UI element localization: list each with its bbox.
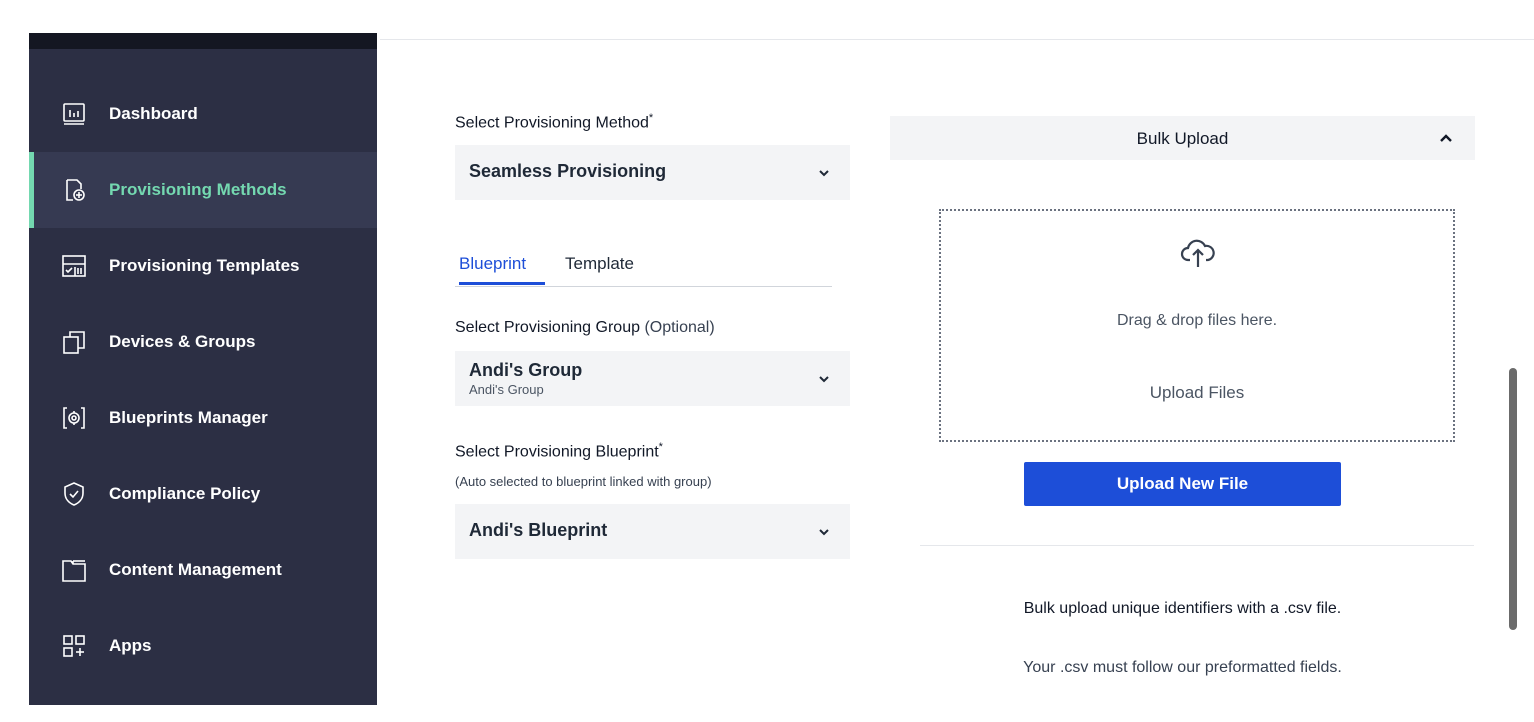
bulk-info-secondary: Your .csv must follow our preformatted f… [1023,659,1342,676]
section-divider [920,545,1474,546]
sidebar-item-label: Content Management [109,560,282,579]
blueprint-label: Select Provisioning Blueprint* [455,441,663,461]
sidebar-item-apps[interactable]: Apps [29,608,377,684]
sidebar-top-bar [29,33,377,49]
provisioning-method-select[interactable]: Seamless Provisioning [455,145,850,200]
sidebar-item-label: Compliance Policy [109,484,261,503]
templates-icon [62,255,86,277]
blueprints-icon [63,407,85,429]
folder-icon [62,560,86,582]
sidebar-item-provisioning-methods[interactable]: Provisioning Methods [29,152,377,228]
group-label: Select Provisioning Group (Optional) [455,319,715,336]
select-value: Andi's Blueprint [469,520,608,540]
bulk-upload-title: Bulk Upload [1136,129,1229,148]
header-divider [380,39,1534,40]
sidebar-item-content-management[interactable]: Content Management [29,532,377,608]
tab-bar: Blueprint Template [455,250,832,287]
sidebar-item-label: Provisioning Methods [109,180,287,199]
chevron-down-icon [819,169,829,176]
chevron-down-icon [819,528,829,535]
provisioning-group-select[interactable]: Andi's Group Andi's Group [455,351,850,406]
sidebar-item-label: Apps [109,636,152,655]
bulk-info-primary: Bulk upload unique identifiers with a .c… [1023,600,1342,617]
sidebar-item-label: Dashboard [109,104,198,123]
cloud-upload-icon [1180,239,1215,267]
sidebar-item-label: Devices & Groups [109,332,256,351]
method-label: Select Provisioning Method* [455,112,654,132]
sidebar-item-dashboard[interactable]: Dashboard [29,76,377,152]
sidebar: Dashboard Provisioning Methods Provision… [29,49,377,705]
sidebar-item-provisioning-templates[interactable]: Provisioning Templates [29,228,377,304]
dashboard-icon [63,103,85,125]
tab-template[interactable]: Template [565,254,634,274]
sidebar-item-compliance-policy[interactable]: Compliance Policy [29,456,377,532]
chevron-down-icon [819,375,829,382]
sidebar-item-label: Blueprints Manager [109,408,268,427]
select-subvalue: Andi's Group [469,382,544,397]
chevron-up-icon [1440,134,1452,142]
provisioning-blueprint-select[interactable]: Andi's Blueprint [455,504,850,559]
tab-active-underline [459,282,545,285]
tab-blueprint[interactable]: Blueprint [459,254,526,274]
dropzone-text: Drag & drop files here. [1116,312,1278,329]
active-indicator [29,152,34,228]
blueprint-hint: (Auto selected to blueprint linked with … [455,474,712,489]
upload-files-link[interactable]: Upload Files [941,383,1453,403]
bottom-strip [0,705,1534,722]
upload-new-file-button[interactable]: Upload New File [1024,462,1341,506]
provisioning-methods-icon [66,179,85,201]
bulk-upload-accordion-header[interactable]: Bulk Upload [890,116,1475,160]
select-value: Seamless Provisioning [469,161,667,181]
sidebar-item-label: Provisioning Templates [109,256,300,275]
apps-grid-icon [63,635,85,657]
sidebar-item-blueprints-manager[interactable]: Blueprints Manager [29,380,377,456]
file-dropzone[interactable]: Drag & drop files here. Upload Files [939,209,1455,442]
shield-check-icon [64,482,84,506]
sidebar-item-devices-groups[interactable]: Devices & Groups [29,304,377,380]
scrollbar-thumb[interactable] [1509,368,1517,630]
select-value: Andi's Group [469,360,583,380]
devices-icon [63,331,85,354]
